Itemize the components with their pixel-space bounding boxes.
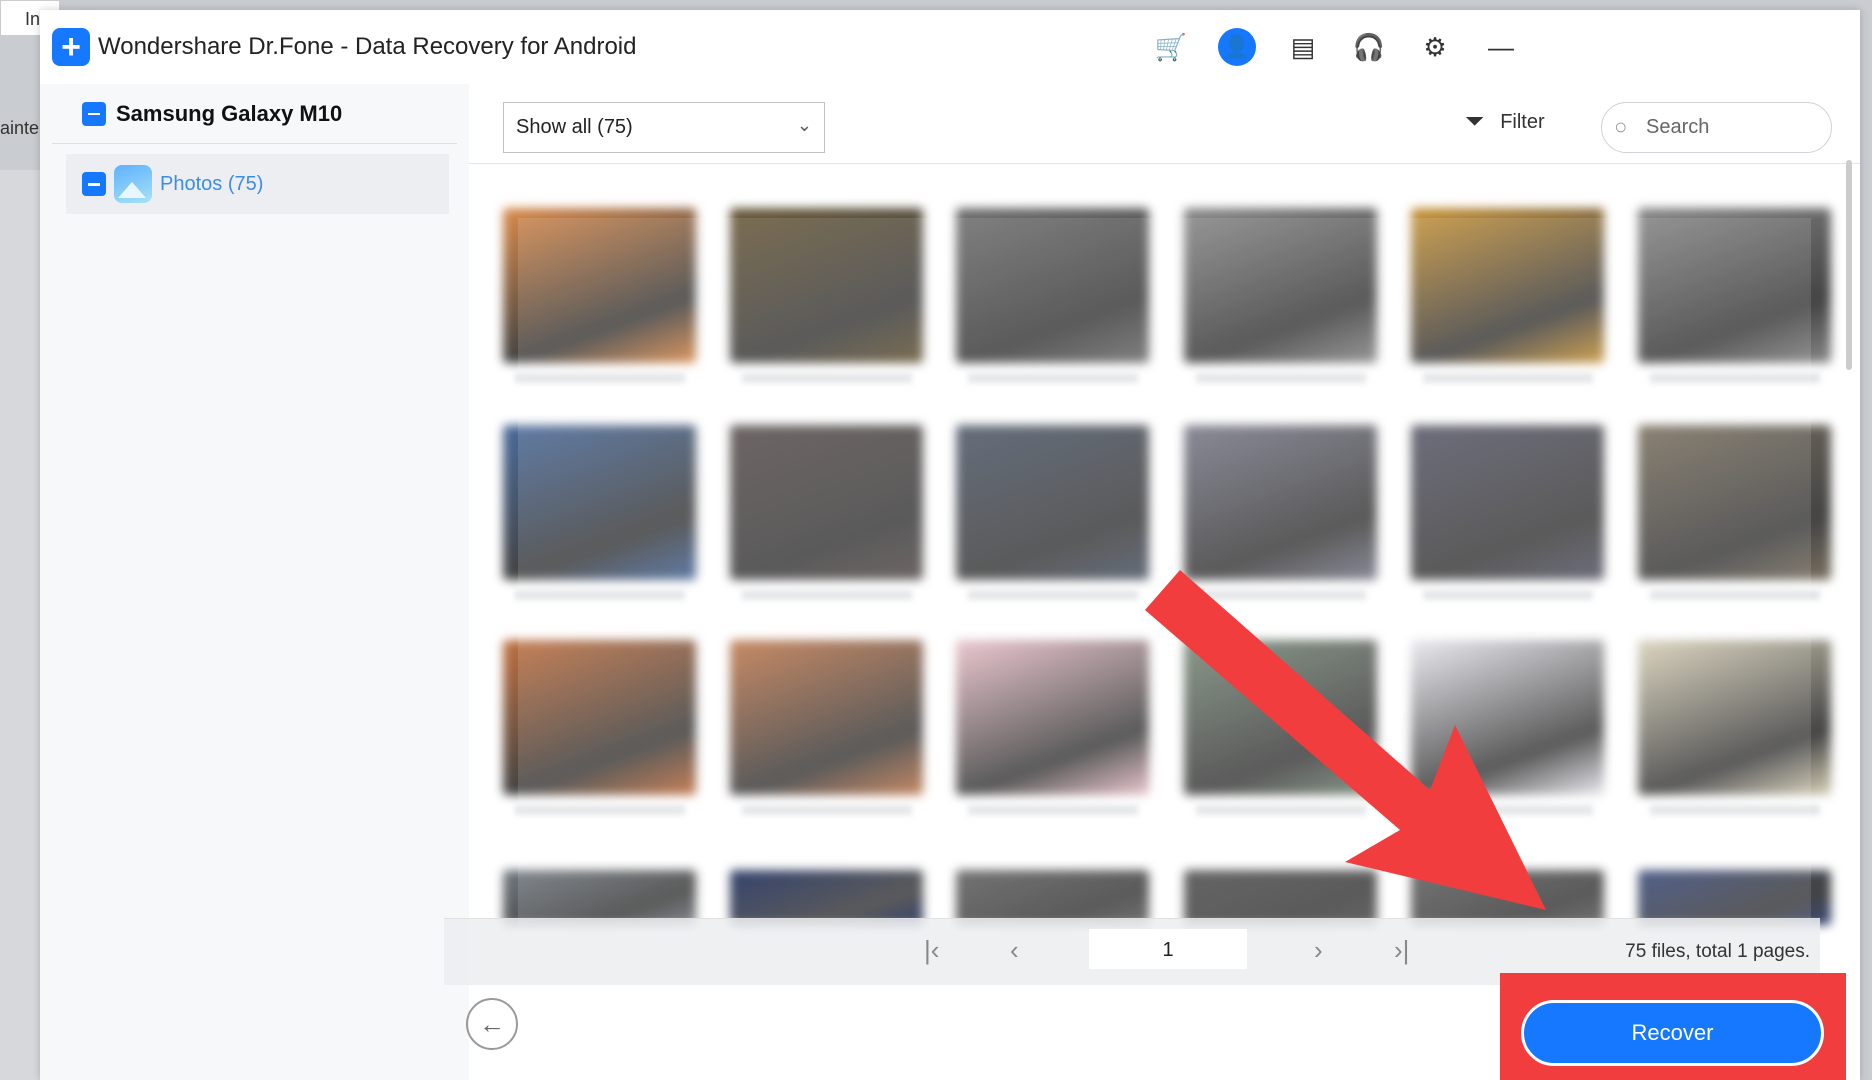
last-page-icon[interactable]: ›| bbox=[1394, 935, 1409, 966]
support-icon[interactable]: 🎧 bbox=[1350, 28, 1388, 66]
device-name: Samsung Galaxy M10 bbox=[116, 100, 343, 126]
title-bar: + Wondershare Dr.Fone - Data Recovery fo… bbox=[40, 10, 1860, 84]
first-page-icon[interactable]: |‹ bbox=[924, 935, 939, 966]
collapse-checkbox-icon[interactable] bbox=[82, 101, 106, 126]
sidebar-item-photos[interactable]: Photos (75) bbox=[66, 154, 449, 214]
files-status: 75 files, total 1 pages. bbox=[1625, 941, 1810, 962]
background-text: ainte bbox=[0, 118, 40, 138]
chevron-down-icon: ⌄ bbox=[796, 115, 812, 135]
page-input[interactable]: 1 bbox=[1089, 929, 1247, 969]
window-title: Wondershare Dr.Fone - Data Recovery for … bbox=[98, 33, 637, 60]
photos-checkbox-icon[interactable] bbox=[82, 172, 106, 196]
recover-button[interactable]: Recover bbox=[1521, 1000, 1824, 1066]
background-window bbox=[0, 170, 40, 1080]
prev-page-icon[interactable]: ‹ bbox=[1010, 935, 1019, 966]
filter-label: Filter bbox=[1500, 110, 1545, 133]
search-icon: ○ bbox=[1614, 114, 1628, 139]
search-input[interactable]: ○ Search bbox=[1601, 102, 1832, 153]
drfone-logo-icon: + bbox=[52, 28, 90, 66]
user-icon[interactable]: 👤 bbox=[1218, 28, 1256, 66]
toolbar: Show all (75) ⌄ ⏷ Filter ○ Search bbox=[469, 84, 1860, 164]
search-placeholder: Search bbox=[1646, 116, 1710, 138]
show-all-dropdown[interactable]: Show all (75) ⌄ bbox=[503, 102, 825, 153]
photos-icon bbox=[114, 165, 152, 203]
back-button[interactable]: ← bbox=[466, 998, 518, 1050]
scrollbar[interactable] bbox=[1846, 160, 1852, 370]
filter-icon: ⏷ bbox=[1465, 108, 1485, 135]
cart-icon[interactable]: 🛒 bbox=[1152, 28, 1190, 66]
device-row[interactable]: Samsung Galaxy M10 bbox=[52, 84, 457, 144]
dropdown-value: Show all (75) bbox=[516, 116, 633, 138]
arrow-left-icon: ← bbox=[479, 1008, 505, 1039]
feedback-icon[interactable]: ▤ bbox=[1284, 28, 1322, 66]
sidebar-item-label: Photos (75) bbox=[160, 172, 264, 195]
blur-overlay bbox=[518, 218, 1811, 925]
next-page-icon[interactable]: › bbox=[1314, 935, 1323, 966]
settings-icon[interactable]: ⚙ bbox=[1416, 28, 1454, 66]
sidebar: Samsung Galaxy M10 Photos (75) bbox=[40, 84, 469, 1080]
minimize-icon[interactable]: — bbox=[1482, 28, 1520, 66]
filter-button[interactable]: ⏷ Filter bbox=[1465, 108, 1545, 136]
